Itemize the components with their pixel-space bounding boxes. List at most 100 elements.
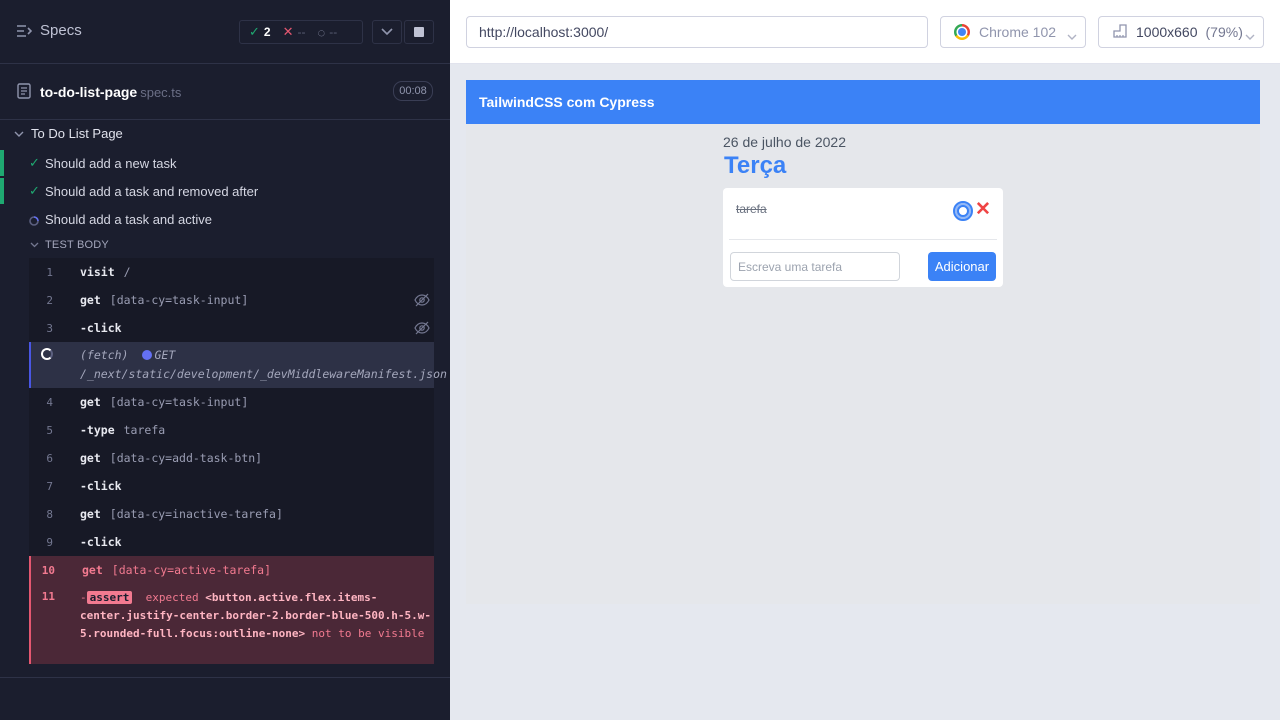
- command-number: 3: [46, 321, 53, 335]
- command-row[interactable]: 6 get [data-cy=add-task-btn]: [29, 444, 434, 472]
- eye-slash-icon: [414, 293, 430, 310]
- command-row[interactable]: 5 -type tarefa: [29, 416, 434, 444]
- menu-list-icon: [16, 24, 32, 38]
- card-divider: [729, 239, 997, 240]
- command-name: get: [82, 563, 103, 577]
- spec-file-ext: spec.ts: [140, 85, 182, 100]
- command-log-panel: Specs ✓ 2 ✕ -- ◌ -- to-do-list-page spec.…: [0, 0, 450, 720]
- app-under-test: TailwindCSS com Cypress 26 de julho de 2…: [466, 80, 1260, 604]
- fetch-command-row[interactable]: (fetch) GET /_next/static/development/_de…: [29, 342, 447, 388]
- command-arg: [data-cy=inactive-tarefa]: [109, 507, 283, 521]
- task-input[interactable]: Escreva uma tarefa: [730, 252, 900, 281]
- command-number: 4: [46, 395, 53, 409]
- command-name: -type: [80, 423, 115, 437]
- test-item[interactable]: ✓ Should add a new task: [0, 150, 434, 176]
- check-icon: ✓: [249, 24, 260, 39]
- app-navbar: TailwindCSS com Cypress: [466, 80, 1260, 124]
- add-task-button[interactable]: Adicionar: [928, 252, 996, 281]
- test-item[interactable]: Should add a task and active: [0, 206, 434, 232]
- stop-icon: [414, 27, 424, 37]
- assert-tag: assert: [86, 591, 133, 604]
- assert-expected: expected: [145, 591, 199, 604]
- command-name: (fetch): [80, 348, 129, 362]
- chevron-down-icon: [30, 239, 39, 251]
- command-arg: [data-cy=task-input]: [109, 293, 249, 307]
- chrome-icon: [954, 24, 970, 40]
- test-label: Should add a task and removed after: [45, 183, 259, 199]
- runner-header: Specs ✓ 2 ✕ -- ◌ --: [0, 0, 450, 64]
- failed-assert-row[interactable]: 11 - assert expected <button.active.flex.…: [29, 584, 434, 664]
- test-item[interactable]: ✓ Should add a task and removed after: [0, 178, 434, 204]
- options-dropdown-button[interactable]: [372, 20, 402, 44]
- command-name: -click: [80, 535, 122, 549]
- todo-card: tarefa ✕ Escreva uma tarefa Adicionar: [723, 188, 1003, 287]
- command-number: 6: [46, 451, 53, 465]
- chevron-down-icon: [14, 126, 24, 141]
- check-icon: ✓: [29, 183, 40, 198]
- zoom-level: (79%): [1205, 24, 1243, 40]
- weekday-title: Terça: [724, 152, 787, 179]
- command-number: 7: [46, 479, 53, 493]
- browser-selector[interactable]: Chrome 102: [940, 16, 1086, 48]
- chevron-down-icon: [1245, 28, 1255, 44]
- current-date: 26 de julho de 2022: [723, 134, 846, 150]
- eye-slash-icon: [414, 321, 430, 338]
- command-name: -click: [80, 479, 122, 493]
- command-number: 10: [41, 563, 55, 577]
- test-body-header[interactable]: TEST BODY: [30, 239, 109, 251]
- test-label: Should add a task and active: [45, 211, 212, 227]
- pass-indicator: [0, 150, 4, 176]
- task-text: tarefa: [736, 202, 767, 216]
- task-active-toggle[interactable]: [953, 201, 973, 221]
- spec-file-name: to-do-list-page: [40, 84, 138, 100]
- command-number: 1: [46, 265, 53, 279]
- command-row[interactable]: 7 -click: [29, 472, 434, 500]
- app-preview-panel: http://localhost:3000/ Chrome 102 1000x6…: [450, 0, 1280, 720]
- suite-title[interactable]: To Do List Page: [14, 126, 123, 141]
- command-row[interactable]: 4 get [data-cy=task-input]: [29, 388, 434, 416]
- remove-task-icon[interactable]: ✕: [975, 200, 991, 220]
- command-row[interactable]: 1 visit /: [29, 258, 434, 286]
- test-label: Should add a new task: [45, 155, 177, 171]
- x-icon: ✕: [282, 24, 294, 39]
- chevron-down-icon: [381, 23, 393, 41]
- command-number: 8: [46, 507, 53, 521]
- command-name: -click: [80, 321, 122, 335]
- check-icon: ✓: [29, 155, 40, 170]
- url-bar[interactable]: http://localhost:3000/: [466, 16, 928, 48]
- stop-button[interactable]: [404, 20, 434, 44]
- command-arg: [data-cy=add-task-btn]: [109, 451, 263, 465]
- browser-label: Chrome 102: [979, 24, 1057, 40]
- document-icon: [17, 83, 31, 104]
- passed-count: 2: [263, 25, 271, 39]
- command-row[interactable]: 8 get [data-cy=inactive-tarefa]: [29, 500, 434, 528]
- command-row[interactable]: 2 get [data-cy=task-input]: [29, 286, 434, 314]
- assert-prefix: -: [80, 591, 87, 604]
- test-body-label: TEST BODY: [45, 239, 109, 251]
- command-row[interactable]: 9 -click: [29, 528, 434, 556]
- chevron-down-icon: [1067, 28, 1077, 44]
- request-status-dot: [142, 350, 153, 360]
- pending-icon: ◌: [317, 24, 326, 40]
- command-number: 11: [41, 590, 55, 603]
- specs-label: Specs: [40, 22, 82, 39]
- browser-toolbar: http://localhost:3000/ Chrome 102 1000x6…: [450, 0, 1280, 64]
- suite-label: To Do List Page: [31, 126, 123, 141]
- loading-spinner-icon: [29, 214, 39, 229]
- command-name: get: [80, 451, 101, 465]
- command-name: get: [80, 507, 101, 521]
- command-arg: /: [123, 265, 131, 279]
- pending-count: --: [329, 25, 338, 39]
- command-row[interactable]: 3 -click: [29, 314, 434, 342]
- spec-header: to-do-list-page spec.ts 00:08: [0, 64, 450, 120]
- divider: [0, 677, 450, 678]
- ruler-icon: [1112, 23, 1128, 42]
- command-list: 1 visit / 2 get [data-cy=task-input] 3 -cl…: [29, 258, 447, 664]
- spec-filename: to-do-list-page spec.ts: [40, 84, 181, 100]
- failed-command-row[interactable]: 10 get [data-cy=active-tarefa]: [29, 556, 434, 584]
- command-arg: [data-cy=active-tarefa]: [111, 563, 272, 577]
- viewport-selector[interactable]: 1000x660 (79%): [1098, 16, 1264, 48]
- assert-message: - assert expected <button.active.flex.ite…: [80, 589, 432, 643]
- pass-indicator: [0, 178, 4, 204]
- specs-toggle-button[interactable]: Specs: [16, 22, 82, 39]
